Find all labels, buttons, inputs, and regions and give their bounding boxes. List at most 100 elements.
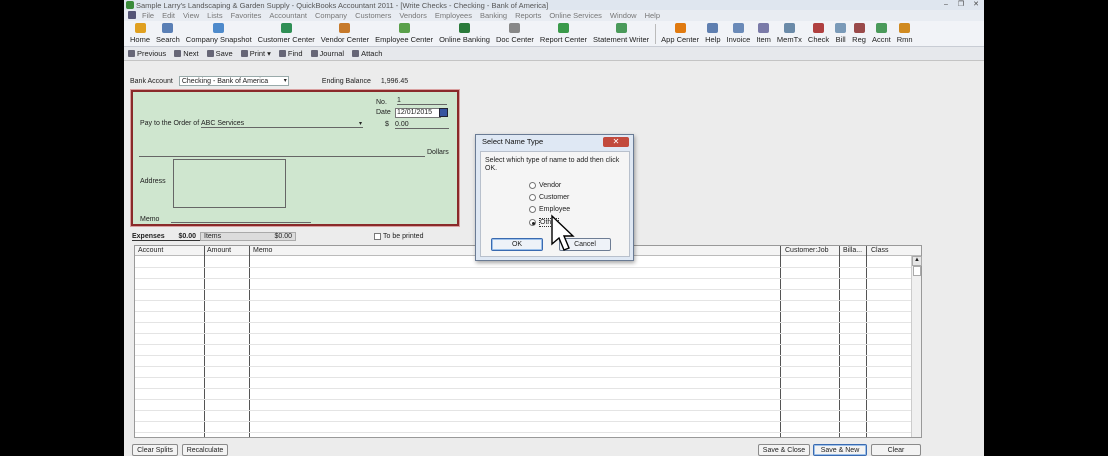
table-row[interactable] (135, 301, 911, 312)
clear-button[interactable]: Clear (871, 444, 921, 456)
attach-button[interactable]: Attach (352, 49, 382, 58)
bank-account-select[interactable]: Checking - Bank of America ▾ (178, 76, 289, 86)
tab-expenses[interactable]: Expenses $0.00 (132, 233, 200, 241)
table-row[interactable] (135, 345, 911, 356)
menu-banking[interactable]: Banking (480, 11, 507, 20)
iconbar-employee-center-button[interactable]: Employee Center (375, 23, 433, 44)
ok-button[interactable]: OK (491, 238, 543, 251)
menu-file[interactable]: File (142, 11, 154, 20)
iconbar-doc-center-button[interactable]: Doc Center (496, 23, 534, 44)
table-row[interactable] (135, 312, 911, 323)
iconbar-invoice-button[interactable]: Invoice (727, 23, 750, 44)
table-row[interactable] (135, 356, 911, 367)
next-button[interactable]: Next (174, 49, 199, 58)
radio-employee[interactable]: Employee (529, 206, 570, 213)
print-dropdown-icon[interactable]: ▾ (267, 49, 271, 58)
dialog-title: Select Name Type (482, 137, 544, 146)
iconbar-reg-button[interactable]: Reg (852, 23, 866, 44)
menu-lists[interactable]: Lists (207, 11, 222, 20)
column-header-amount[interactable]: Amount (207, 247, 231, 254)
menu-edit[interactable]: Edit (162, 11, 175, 20)
menu-favorites[interactable]: Favorites (231, 11, 262, 20)
save-button[interactable]: Save (206, 49, 233, 58)
address-field[interactable] (173, 159, 286, 208)
menu-online-services[interactable]: Online Services (549, 11, 602, 20)
bank-account-row: Bank Account Checking - Bank of America ▾… (130, 76, 408, 86)
menu-window[interactable]: Window (610, 11, 637, 20)
radio-vendor[interactable]: Vendor (529, 182, 561, 189)
iconbar-check-button[interactable]: Check (808, 23, 829, 44)
iconbar-rmn-button[interactable]: Rmn (897, 23, 913, 44)
iconbar-memtx-button[interactable]: MemTx (777, 23, 802, 44)
payee-field[interactable]: ABC Services ▾ (201, 120, 363, 128)
to-be-printed-checkbox[interactable]: To be printed (374, 233, 423, 240)
menu-help[interactable]: Help (645, 11, 660, 20)
iconbar-vendor-center-button[interactable]: Vendor Center (321, 23, 369, 44)
close-icon[interactable]: ✕ (970, 0, 982, 9)
table-row[interactable] (135, 323, 911, 334)
calendar-icon[interactable] (439, 108, 448, 117)
iconbar-online-banking-button[interactable]: Online Banking (439, 23, 490, 44)
menu-view[interactable]: View (183, 11, 199, 20)
iconbar-accnt-button[interactable]: Accnt (872, 23, 891, 44)
iconbar-help-button[interactable]: Help (705, 23, 721, 44)
pay-to-label: Pay to the Order of (140, 120, 200, 127)
menu-employees[interactable]: Employees (435, 11, 472, 20)
clear-splits-button[interactable]: Clear Splits (132, 444, 178, 456)
find-button[interactable]: Find (278, 49, 303, 58)
grid-scrollbar[interactable]: ▲ (911, 256, 922, 437)
table-row[interactable] (135, 389, 911, 400)
iconbar-app-center-button[interactable]: App Center (661, 23, 699, 44)
table-row[interactable] (135, 400, 911, 411)
restore-icon[interactable]: ❐ (955, 0, 967, 9)
check-number-field[interactable]: 1 (397, 97, 447, 105)
menu-company[interactable]: Company (315, 11, 347, 20)
column-header-class[interactable]: Class (871, 247, 889, 254)
app-center-icon (674, 23, 686, 33)
iconbar-label: Bill (835, 35, 846, 44)
menu-vendors[interactable]: Vendors (399, 11, 427, 20)
close-icon[interactable]: ✕ (603, 137, 629, 147)
amount-field[interactable]: 0.00 (395, 121, 449, 129)
expense-grid: Account Amount Memo Customer:Job Billa... Cla… (134, 245, 922, 438)
table-row[interactable] (135, 279, 911, 290)
column-header-memo[interactable]: Memo (253, 247, 272, 254)
journal-button[interactable]: Journal (310, 49, 344, 58)
scroll-up-icon[interactable]: ▲ (912, 256, 922, 266)
recalculate-button[interactable]: Recalculate (182, 444, 228, 456)
save-close-button[interactable]: Save & Close (758, 444, 810, 456)
table-row[interactable] (135, 422, 911, 433)
scroll-thumb[interactable] (913, 266, 921, 276)
table-row[interactable] (135, 334, 911, 345)
menu-reports[interactable]: Reports (515, 11, 541, 20)
column-header-customer-job[interactable]: Customer:Job (785, 247, 829, 254)
iconbar-statement-writer-button[interactable]: Statement Writer (593, 23, 649, 44)
memo-field[interactable] (171, 222, 311, 223)
column-header-billa[interactable]: Billa... (843, 247, 862, 254)
date-field[interactable]: 12/01/2015 (395, 108, 441, 118)
iconbar-bill-button[interactable]: Bill (835, 23, 847, 44)
minimize-icon[interactable]: – (940, 0, 952, 9)
child-window-icon[interactable] (128, 11, 136, 19)
tab-items[interactable]: Items $0.00 (200, 232, 296, 241)
table-row[interactable] (135, 367, 911, 378)
iconbar-label: Doc Center (495, 35, 534, 44)
iconbar-report-center-button[interactable]: Report Center (540, 23, 587, 44)
print-button[interactable]: Print ▾ (240, 49, 271, 58)
menu-customers[interactable]: Customers (355, 11, 391, 20)
column-header-account[interactable]: Account (138, 247, 163, 254)
table-row[interactable] (135, 268, 911, 279)
amount-words-line[interactable] (139, 156, 425, 157)
save-new-button[interactable]: Save & New (813, 444, 867, 456)
iconbar-search-button[interactable]: Search (156, 23, 180, 44)
radio-customer[interactable]: Customer (529, 194, 569, 201)
menu-accountant[interactable]: Accountant (269, 11, 307, 20)
iconbar-item-button[interactable]: Item (756, 23, 771, 44)
iconbar-customer-center-button[interactable]: Customer Center (258, 23, 315, 44)
iconbar-home-button[interactable]: Home (130, 23, 150, 44)
iconbar-company-snapshot-button[interactable]: Company Snapshot (186, 23, 252, 44)
table-row[interactable] (135, 378, 911, 389)
previous-button[interactable]: Previous (128, 49, 166, 58)
table-row[interactable] (135, 411, 911, 422)
table-row[interactable] (135, 290, 911, 301)
